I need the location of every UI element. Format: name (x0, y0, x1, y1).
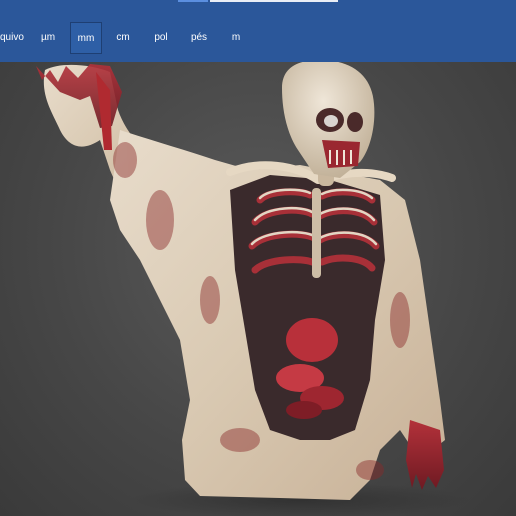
unit-tab-mm[interactable]: mm (70, 22, 102, 54)
unit-tab-um[interactable]: µm (35, 22, 61, 54)
unit-tab-cm[interactable]: cm (110, 22, 136, 54)
units-toolbar: quivo µm mm cm pol pés m (0, 0, 516, 62)
unit-tab-pes[interactable]: pés (186, 22, 212, 54)
unit-tab-pol[interactable]: pol (148, 22, 174, 54)
unit-tab-m[interactable]: m (224, 22, 248, 54)
top-accent-bar (178, 0, 338, 2)
unit-tab-arquivo[interactable]: quivo (0, 22, 26, 54)
zombie-model (36, 62, 470, 516)
3d-viewport[interactable] (0, 62, 516, 516)
